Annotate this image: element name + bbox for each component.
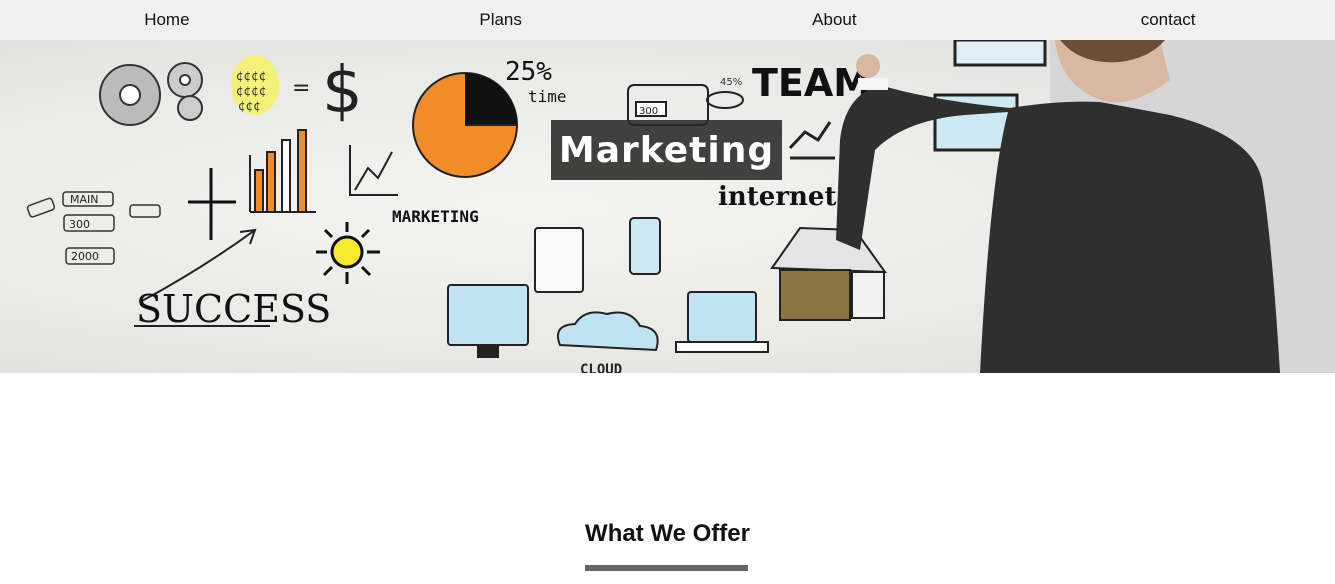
success-label: SUCCESS (136, 287, 331, 331)
team-label: TEAM (752, 61, 871, 105)
bar-chart-sketch (249, 129, 316, 213)
car-sketch: 300 (627, 84, 744, 126)
svg-text:=: = (292, 76, 310, 101)
nav-contact-link[interactable]: contact (1001, 0, 1335, 40)
svg-text:¢¢¢¢: ¢¢¢¢ (236, 84, 267, 98)
heading-underline (585, 565, 748, 571)
sun-icon (316, 222, 380, 284)
svg-text:¢¢¢: ¢¢¢ (238, 99, 261, 113)
hero-banner: ¢¢¢¢ ¢¢¢¢ ¢¢¢ = $ 25% time 300 45% TEAM … (0, 40, 1335, 373)
trend-chart-sketch (349, 145, 398, 196)
devices-sketch (534, 217, 661, 293)
main-300-label: 300 (69, 218, 90, 231)
top-navbar: Home Plans About contact (0, 0, 1335, 40)
fortyfive-label: 45% (720, 77, 742, 88)
nav-about-link[interactable]: About (668, 0, 1002, 40)
gears-icon (99, 62, 203, 126)
hero-title-box: Marketing (551, 120, 782, 180)
coins-icon: ¢¢¢¢ ¢¢¢¢ ¢¢¢ = $ (231, 54, 363, 128)
hero-title: Marketing (558, 129, 775, 171)
internet-label: internet (718, 182, 837, 212)
businessman-figure (836, 40, 1335, 373)
network-sketch (447, 284, 769, 358)
pie-chart-sketch (412, 72, 518, 178)
what-we-offer-heading: What We Offer (585, 520, 750, 547)
nav-plans-link[interactable]: Plans (334, 0, 668, 40)
cloud-label: CLOUD (580, 362, 622, 373)
main-label: MAIN (70, 193, 99, 206)
cross-arrows-icon (188, 168, 236, 240)
time-label: time (528, 87, 567, 106)
nav-home-link[interactable]: Home (0, 0, 334, 40)
svg-text:$: $ (322, 54, 363, 128)
house-sketch (770, 226, 887, 321)
hero-illustration: ¢¢¢¢ ¢¢¢¢ ¢¢¢ = $ 25% time 300 45% TEAM … (26, 40, 1335, 373)
svg-text:300: 300 (639, 106, 658, 117)
marketing-sketch-label: MARKETING (392, 207, 479, 226)
svg-text:¢¢¢¢: ¢¢¢¢ (236, 69, 267, 83)
main-2000-label: 2000 (71, 250, 99, 263)
percent-label: 25% (505, 57, 552, 87)
